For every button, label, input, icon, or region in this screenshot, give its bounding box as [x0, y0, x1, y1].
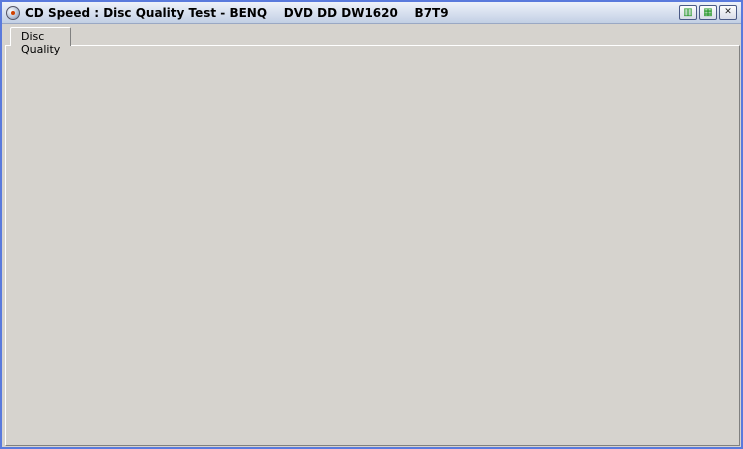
app-icon: [6, 5, 20, 20]
app-window: CD Speed : Disc Quality Test - BENQ DVD …: [0, 0, 743, 449]
copy-chart-button[interactable]: ▥: [679, 5, 697, 20]
save-chart-icon: ▦: [703, 6, 713, 18]
copy-chart-icon: ▥: [683, 6, 693, 18]
save-chart-button[interactable]: ▦: [699, 5, 717, 20]
close-icon: ✕: [724, 7, 732, 17]
window-title: CD Speed : Disc Quality Test - BENQ DVD …: [25, 5, 449, 20]
tab-page: [5, 45, 740, 446]
title-bar: CD Speed : Disc Quality Test - BENQ DVD …: [2, 2, 741, 24]
tab-disc-quality[interactable]: Disc Quality: [10, 27, 72, 56]
close-button[interactable]: ✕: [719, 5, 737, 20]
